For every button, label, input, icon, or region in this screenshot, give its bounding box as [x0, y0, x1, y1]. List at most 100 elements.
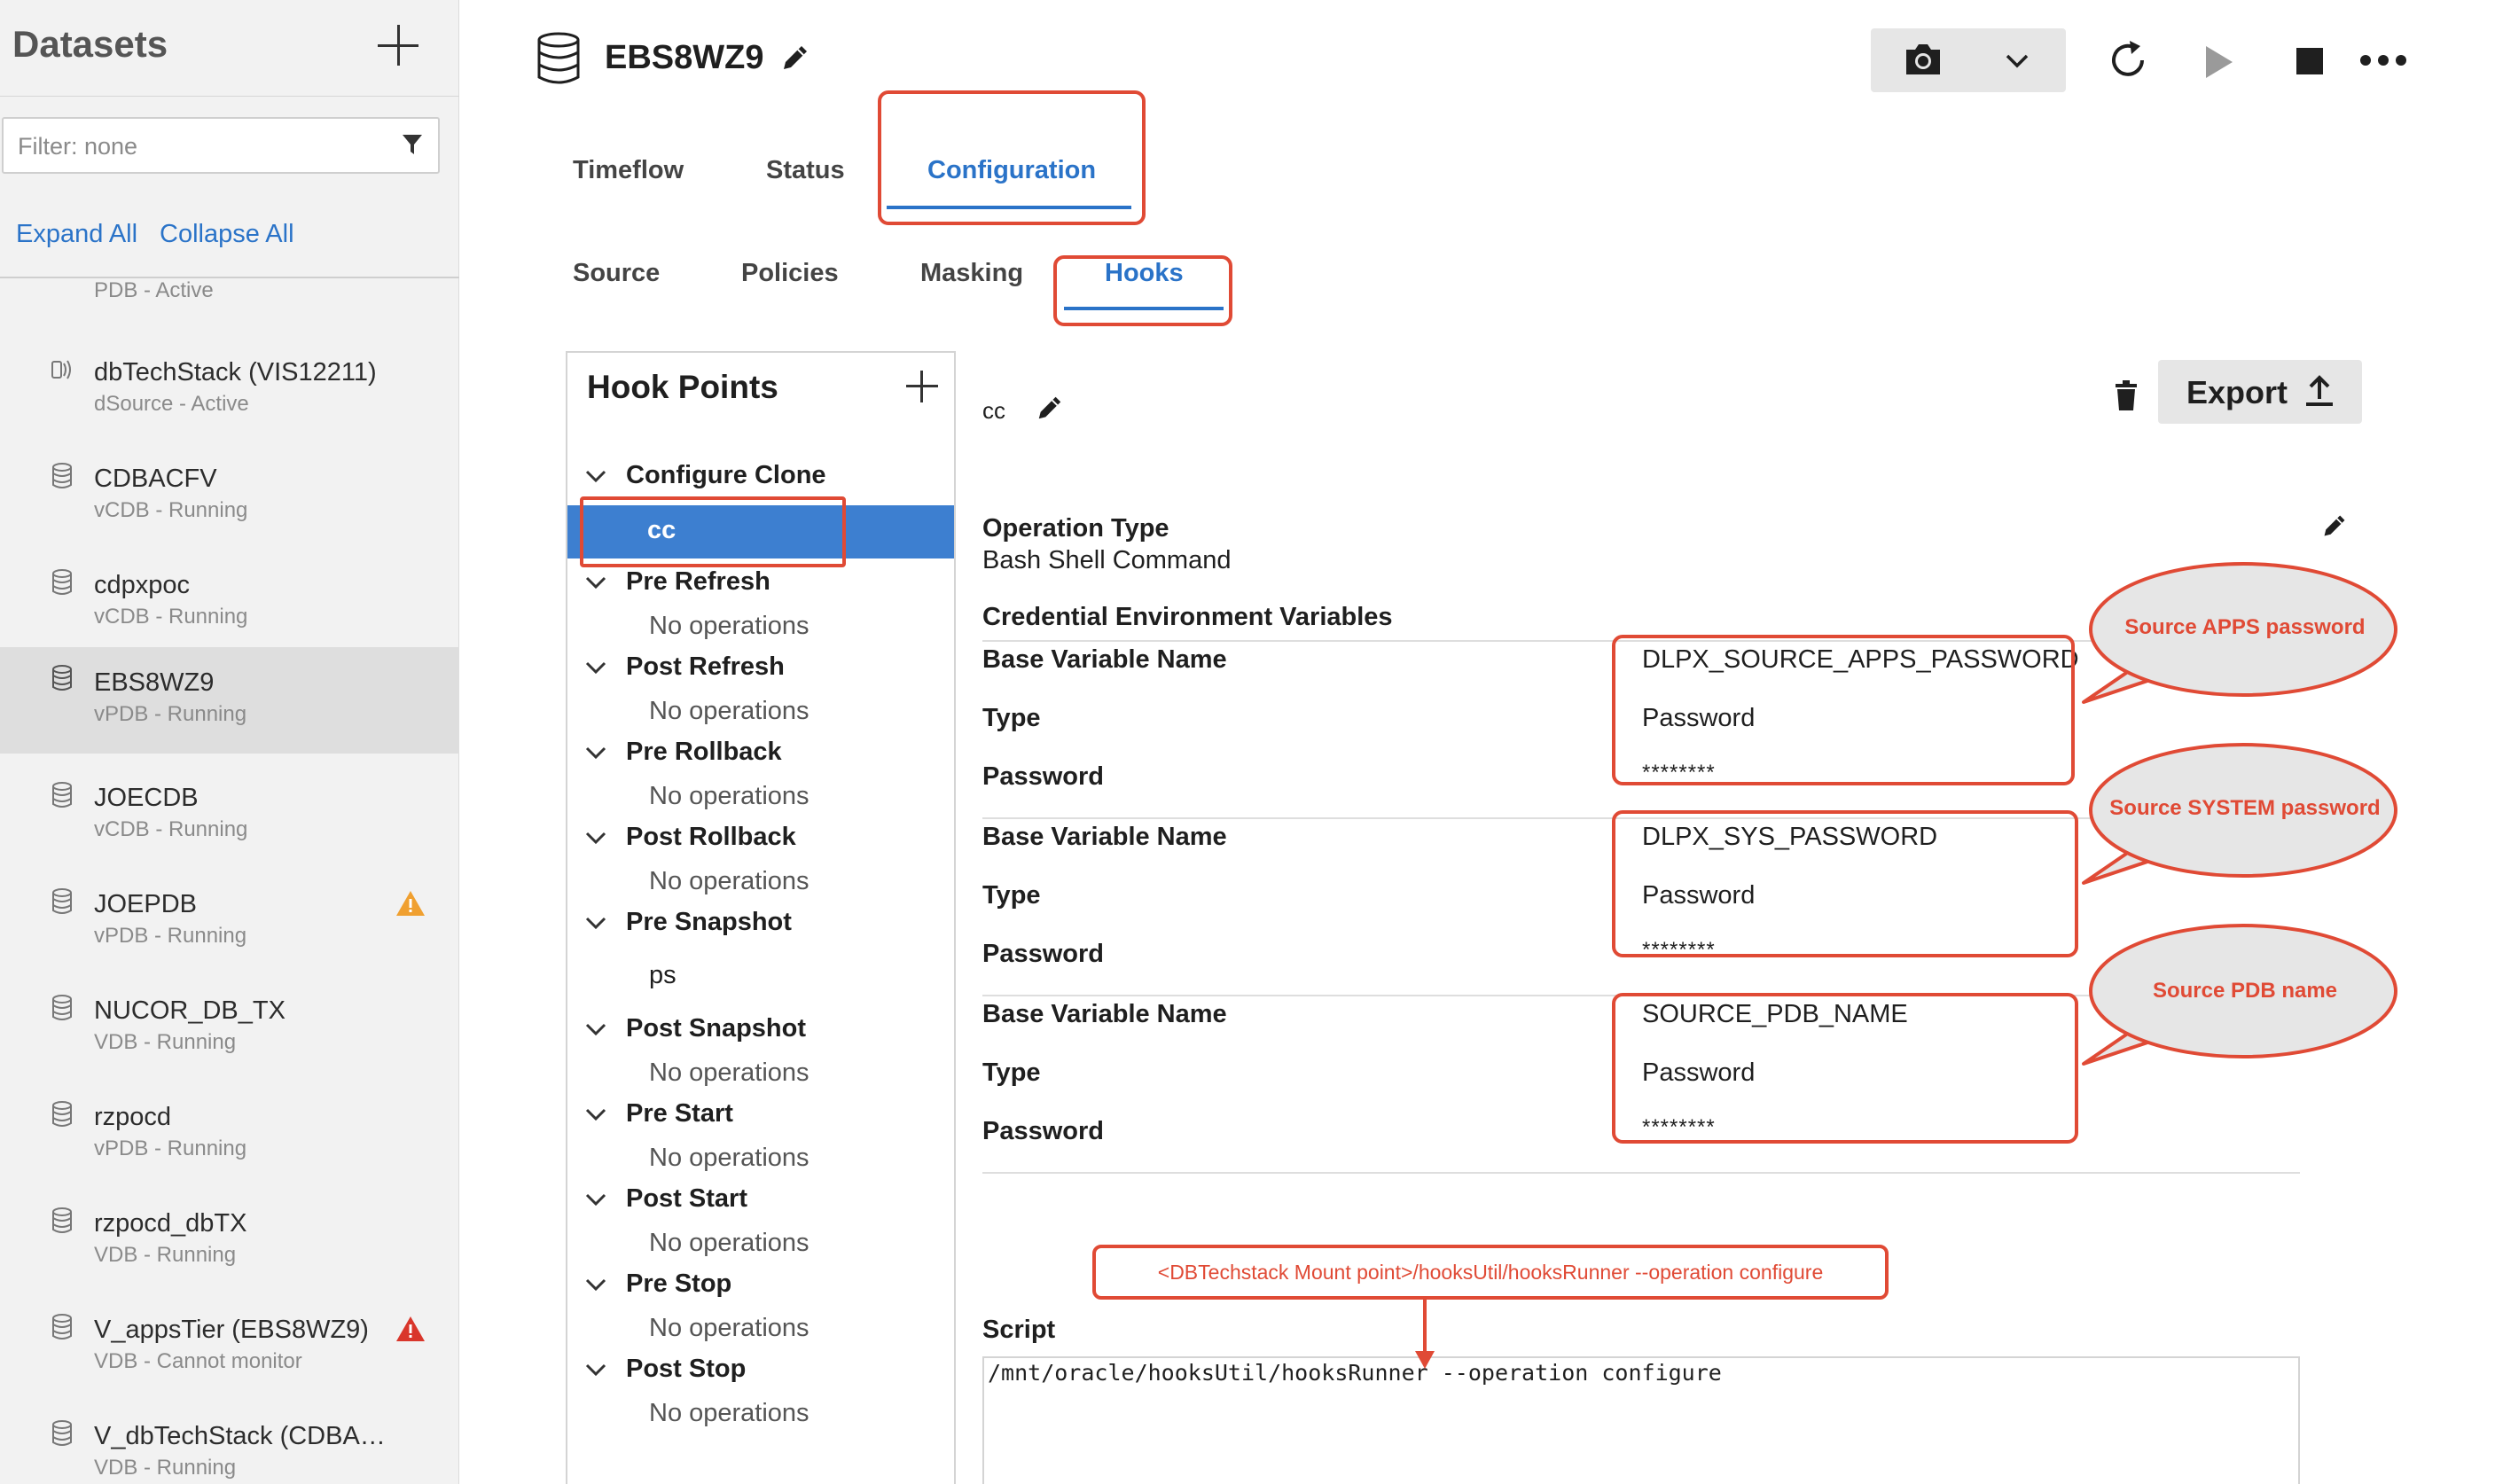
hook-op-empty: No operations	[649, 1314, 810, 1342]
database-icon	[537, 32, 580, 84]
pencil-icon[interactable]	[2321, 512, 2348, 539]
hook-group-label: Post Refresh	[626, 652, 785, 681]
database-icon	[52, 995, 72, 1020]
script-field[interactable]: /mnt/oracle/hooksUtil/hooksRunner --oper…	[982, 1356, 2300, 1484]
annotation-highlight	[1612, 635, 2075, 785]
hook-op-empty: No operations	[649, 697, 810, 725]
camera-icon[interactable]	[1903, 41, 1944, 78]
upload-icon	[2306, 375, 2333, 406]
stop-icon[interactable]	[2296, 48, 2323, 74]
database-icon	[52, 782, 72, 808]
credentials-heading: Credential Environment Variables	[982, 603, 1393, 631]
dataset-status: PDB - Active	[94, 278, 214, 302]
chevron-down-icon	[585, 1194, 606, 1207]
dataset-status: VDB - Running	[94, 1030, 237, 1054]
dataset-item[interactable]: V_appsTier (EBS8WZ9) VDB - Cannot monito…	[0, 1298, 459, 1404]
tab-source[interactable]: Source	[573, 259, 660, 288]
hook-group-post-rollback[interactable]: Post Rollback	[585, 823, 796, 852]
dataset-status: dSource - Active	[94, 392, 249, 416]
dataset-status: vCDB - Running	[94, 817, 248, 841]
chevron-down-icon	[585, 747, 606, 760]
dataset-item-selected[interactable]: EBS8WZ9 vPDB - Running	[0, 647, 459, 754]
hook-group-label: Configure Clone	[626, 461, 826, 489]
hook-group-post-start[interactable]: Post Start	[585, 1184, 747, 1214]
hook-op-empty: No operations	[649, 782, 810, 810]
more-icon[interactable]	[2358, 48, 2408, 73]
database-icon	[52, 463, 72, 488]
dataset-name: rzpocd_dbTX	[94, 1209, 247, 1238]
hook-group-label: Pre Start	[626, 1099, 733, 1128]
hook-group-post-refresh[interactable]: Post Refresh	[585, 652, 785, 682]
dataset-item[interactable]: JOECDB vCDB - Running	[0, 766, 459, 872]
tab-masking[interactable]: Masking	[920, 259, 1023, 288]
callout-label: Source APPS password	[2124, 615, 2366, 639]
divider	[982, 1172, 2300, 1174]
hook-op-empty: No operations	[649, 1144, 810, 1172]
filter-field[interactable]	[2, 117, 440, 174]
datasets-sidebar: Datasets Expand All Collapse All PDB - A…	[0, 0, 459, 1484]
database-icon	[52, 1207, 72, 1233]
dataset-item[interactable]: rzpocd_dbTX VDB - Running	[0, 1191, 459, 1298]
pencil-icon[interactable]	[1036, 394, 1064, 422]
error-icon[interactable]	[395, 1316, 426, 1342]
warning-icon[interactable]	[395, 890, 426, 917]
filter-icon[interactable]	[402, 133, 423, 158]
trash-icon[interactable]	[2114, 379, 2139, 411]
hook-group-label: Post Snapshot	[626, 1014, 807, 1043]
hook-group-post-stop[interactable]: Post Stop	[585, 1355, 746, 1384]
sidebar-title: Datasets	[12, 23, 168, 65]
base-variable-label: Base Variable Name	[982, 1000, 1227, 1028]
chevron-down-icon[interactable]	[2002, 46, 2032, 74]
hook-group-label: Post Start	[626, 1184, 747, 1213]
hook-group-pre-stop[interactable]: Pre Stop	[585, 1269, 731, 1299]
chevron-down-icon	[585, 577, 606, 590]
expand-all-link[interactable]: Expand All	[16, 220, 137, 249]
database-icon	[52, 1314, 72, 1340]
add-dataset-button[interactable]	[376, 23, 422, 69]
export-button[interactable]: Export	[2158, 360, 2362, 424]
filter-input[interactable]	[18, 129, 372, 163]
dataset-item[interactable]: cdpxpoc vCDB - Running	[0, 553, 459, 660]
tab-status[interactable]: Status	[766, 156, 845, 185]
dataset-item[interactable]: dbTechStack (VIS12211) dSource - Active	[0, 340, 459, 447]
type-label: Type	[982, 1058, 1041, 1087]
tab-timeflow[interactable]: Timeflow	[573, 156, 684, 185]
type-label: Type	[982, 704, 1041, 732]
database-icon	[52, 1420, 72, 1446]
hook-group-pre-rollback[interactable]: Pre Rollback	[585, 738, 782, 767]
script-annotation-text: <DBTechstack Mount point>/hooksUtil/hook…	[1157, 1261, 1824, 1284]
dataset-name: EBS8WZ9	[94, 668, 215, 697]
hook-group-pre-refresh[interactable]: Pre Refresh	[585, 567, 770, 597]
dataset-item[interactable]: NUCOR_DB_TX VDB - Running	[0, 979, 459, 1085]
dataset-status: VDB - Running	[94, 1243, 237, 1267]
add-hook-button[interactable]	[904, 369, 940, 404]
chevron-down-icon	[585, 1109, 606, 1121]
collapse-all-link[interactable]: Collapse All	[160, 220, 294, 249]
dataset-item[interactable]: rzpocd vPDB - Running	[0, 1085, 459, 1191]
dataset-item[interactable]: JOEPDB vPDB - Running	[0, 872, 459, 979]
hook-group-label: Pre Snapshot	[626, 908, 792, 936]
dataset-name: JOECDB	[94, 784, 199, 812]
dataset-name: V_dbTechStack (CDBA…	[94, 1422, 386, 1450]
refresh-icon[interactable]	[2107, 39, 2149, 82]
database-icon	[52, 665, 72, 691]
play-icon[interactable]	[2202, 44, 2234, 80]
hook-group-pre-start[interactable]: Pre Start	[585, 1099, 733, 1129]
dataset-item[interactable]: CDBACFV vCDB - Running	[0, 447, 459, 553]
hook-group-pre-snapshot[interactable]: Pre Snapshot	[585, 908, 792, 937]
dataset-item[interactable]: V_dbTechStack (CDBA… VDB - Running	[0, 1404, 459, 1484]
type-label: Type	[982, 881, 1041, 910]
base-variable-label: Base Variable Name	[982, 823, 1227, 851]
password-label: Password	[982, 762, 1104, 791]
chevron-down-icon	[585, 471, 606, 483]
dataset-name: rzpocd	[94, 1103, 172, 1131]
dataset-status: vPDB - Running	[94, 702, 247, 726]
hook-group-configure-clone[interactable]: Configure Clone	[585, 461, 826, 490]
tab-policies[interactable]: Policies	[741, 259, 839, 288]
hook-group-post-snapshot[interactable]: Post Snapshot	[585, 1014, 806, 1043]
hook-op-item[interactable]: ps	[649, 961, 677, 990]
pencil-icon[interactable]	[780, 43, 810, 73]
dataset-name: JOEPDB	[94, 890, 198, 918]
dataset-status: VDB - Cannot monitor	[94, 1349, 302, 1373]
dataset-status: vCDB - Running	[94, 605, 248, 629]
